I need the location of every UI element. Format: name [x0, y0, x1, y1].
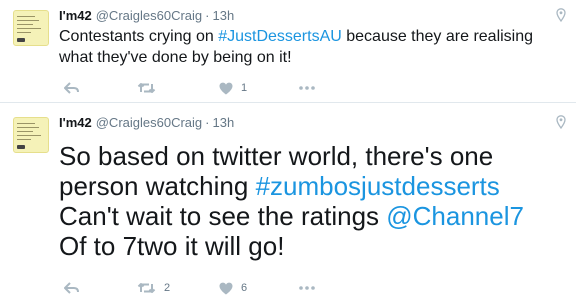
user-name[interactable]: I'm42: [59, 115, 92, 130]
like-button[interactable]: 1: [219, 78, 247, 98]
user-name[interactable]: I'm42: [59, 8, 92, 23]
hashtag-link[interactable]: #zumbosjustdesserts: [256, 171, 500, 201]
separator: ·: [205, 8, 210, 23]
geo-pin-icon: [556, 115, 566, 129]
retweet-icon: [137, 282, 156, 294]
timestamp[interactable]: 13h: [212, 8, 234, 23]
avatar[interactable]: [13, 10, 49, 46]
tweet-actions: 2 6: [59, 278, 359, 298]
retweet-button[interactable]: 2: [137, 278, 170, 298]
like-button[interactable]: 6: [219, 278, 247, 298]
retweet-count: 2: [164, 282, 171, 294]
hashtag-link[interactable]: #JustDessertsAU: [218, 28, 342, 45]
tweet[interactable]: I'm42 @Craigles60Craig · 13h So based on tw…: [0, 103, 576, 302]
like-count: 6: [241, 282, 248, 294]
reply-icon: [64, 82, 79, 94]
tweet-feed: I'm42 @Craigles60Craig · 13h Contestants cr…: [0, 0, 576, 302]
timestamp[interactable]: 13h: [212, 115, 234, 130]
mention-link[interactable]: @Channel7: [386, 201, 524, 231]
tweet-actions: 1: [59, 78, 359, 98]
user-handle[interactable]: @Craigles60Craig: [96, 8, 202, 23]
separator: ·: [205, 115, 210, 130]
tweet-text: Contestants crying on #JustDessertsAU be…: [59, 26, 556, 68]
more-icon: [299, 86, 315, 90]
avatar[interactable]: [13, 117, 49, 153]
reply-button[interactable]: [64, 78, 79, 98]
more-icon: [299, 286, 315, 290]
user-handle[interactable]: @Craigles60Craig: [96, 115, 202, 130]
like-count: 1: [241, 82, 248, 94]
text-segment: Contestants crying on: [59, 28, 219, 45]
tweet[interactable]: I'm42 @Craigles60Craig · 13h Contestants cr…: [0, 0, 576, 103]
tweet-header: I'm42 @Craigles60Craig · 13h: [59, 8, 234, 23]
text-segment: Of to 7two it will go!: [59, 231, 285, 261]
heart-icon: [219, 82, 233, 95]
reply-icon: [64, 282, 79, 294]
more-button[interactable]: [299, 278, 315, 298]
geo-pin-icon: [556, 8, 566, 22]
tweet-text: So based on twitter world, there's one p…: [59, 141, 556, 261]
retweet-icon: [137, 82, 156, 94]
heart-icon: [219, 282, 233, 295]
retweet-button[interactable]: [137, 78, 164, 98]
tweet-header: I'm42 @Craigles60Craig · 13h: [59, 115, 234, 130]
more-button[interactable]: [299, 78, 315, 98]
text-segment: Can't wait to see the ratings: [59, 201, 387, 231]
reply-button[interactable]: [64, 278, 79, 298]
